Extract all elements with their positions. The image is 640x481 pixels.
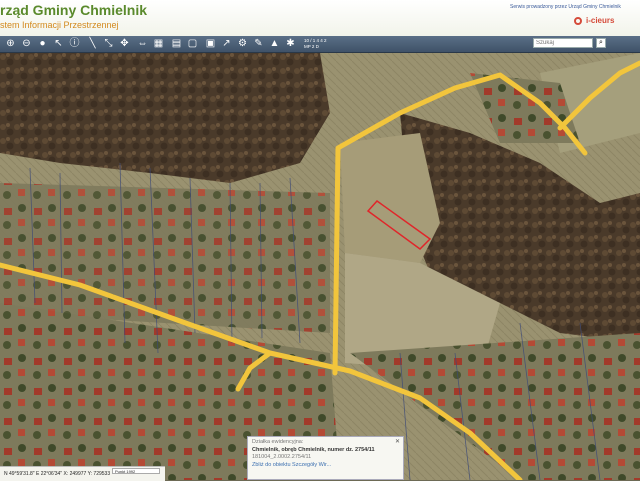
help-icon[interactable]: ✱ [284,37,297,50]
app-subtitle: stem Informacji Przestrzennej [0,20,119,30]
coordinates-readout: N 49°59'31.8" E 22°06'34" X: 249977 Y: 7… [4,471,111,477]
popup-id: 181004_2.0002.2754/11 [252,454,312,460]
layers-icon[interactable]: ▦ [152,37,165,50]
search-icon[interactable]: ⌕ [596,38,606,48]
info-icon[interactable]: ⓘ [68,37,81,50]
legend-icon[interactable]: ▤ [170,37,183,50]
app-title: rząd Gminy Chmielnik [0,2,148,18]
measure-area-icon[interactable]: ⤡ [102,37,115,50]
bookmark-icon[interactable]: ▲ [268,37,281,50]
zoom-in-icon[interactable]: ⊕ [4,37,17,50]
popup-links[interactable]: Zbliż do obiektu Szczegóły Wir... [252,462,399,470]
print-icon[interactable]: ▣ [204,37,217,50]
measure-line-icon[interactable]: ╲ [86,37,99,50]
scale-readout: 10 / 1 4 4 2 MP 2 D [304,38,327,49]
pan-icon[interactable]: ✥ [118,37,131,50]
tools-icon[interactable]: ⚙ [236,37,249,50]
logo-icon [574,17,582,25]
full-extent-icon[interactable]: ● [36,37,49,50]
search-input[interactable] [533,38,593,48]
popup-heading: Działka ewidencyjna: [252,439,304,445]
back-icon[interactable]: ⇔ [136,37,149,50]
coordinate-system-select[interactable]: Punkt 1992 [112,468,160,474]
select-icon[interactable]: ↖ [52,37,65,50]
parcel-info-popup: ✕ Działka ewidencyjna: Chmielnik, obręb … [247,436,404,480]
close-icon[interactable]: ✕ [395,438,400,445]
logo-text: i-cieurs [586,16,615,25]
orthophoto-map[interactable] [0,53,640,480]
zoom-out-icon[interactable]: ⊖ [20,37,33,50]
app-header: rząd Gminy Chmielnik stem Informacji Prz… [0,0,640,37]
popup-main: Chmielnik, obręb Chmielnik, numer dz. 27… [252,446,375,453]
annotation-icon[interactable]: ▢ [186,37,199,50]
coordinates-icon[interactable]: ↗ [220,37,233,50]
partner-logo[interactable]: i-cieurs [574,15,634,29]
map-toolbar: ⊕ ⊖ ● ↖ ⓘ ╲ ⤡ ✥ ⇔ ▦ ▤ ▢ ▣ ↗ ⚙ ✎ ▲ ✱ 10 /… [0,36,640,53]
top-note[interactable]: Serwis prowadzony przez Urząd Gminy Chmi… [510,4,621,10]
coordinates-bar: N 49°59'31.8" E 22°06'34" X: 249977 Y: 7… [0,466,165,481]
sketch-icon[interactable]: ✎ [252,37,265,50]
